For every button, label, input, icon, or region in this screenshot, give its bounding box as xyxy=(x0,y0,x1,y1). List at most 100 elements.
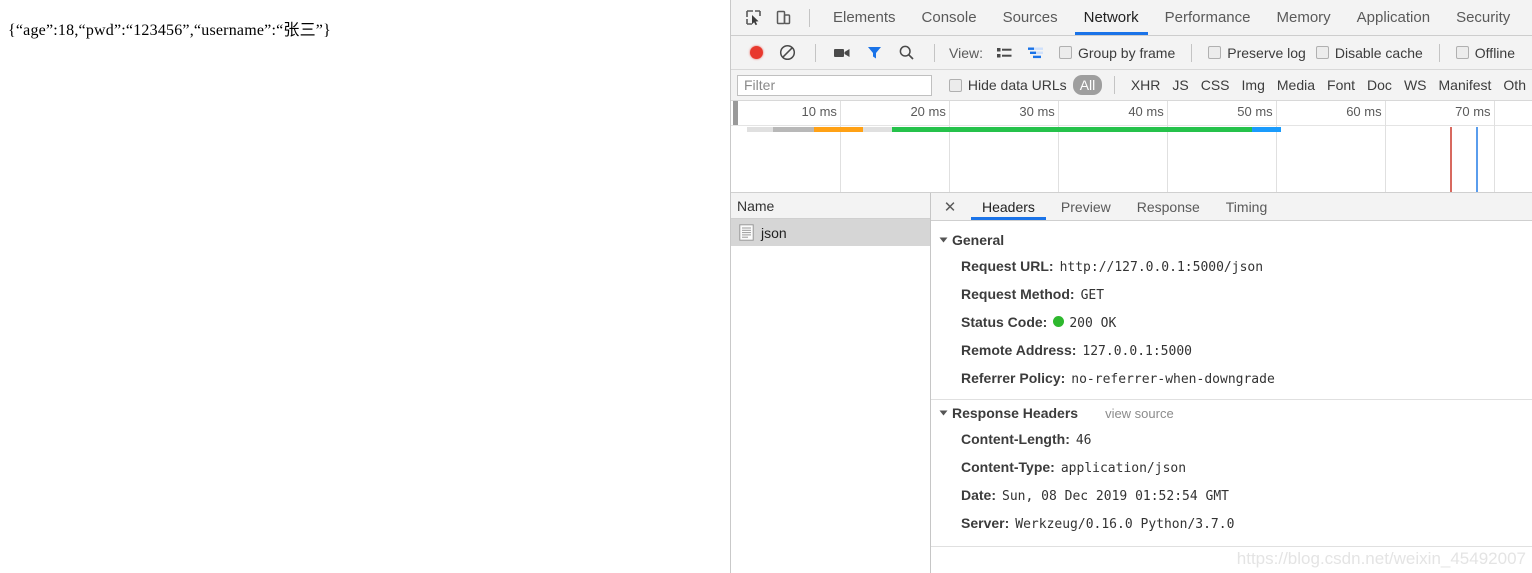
overview-segment-queueing xyxy=(747,127,773,132)
checkbox-box-preserve-log[interactable] xyxy=(1208,46,1222,59)
header-key: Request Method: xyxy=(961,286,1075,302)
filter-type-font[interactable]: Font xyxy=(1321,75,1361,95)
header-row-request-url: Request URL: http://127.0.0.1:5000/json xyxy=(931,253,1532,281)
record-network-log-button[interactable] xyxy=(741,40,771,66)
toolbar-separator-4 xyxy=(1191,43,1193,62)
response-headers-section-title: Response Headers xyxy=(952,405,1079,421)
detail-tab-timing[interactable]: Timing xyxy=(1213,193,1281,220)
header-key: Content-Type: xyxy=(961,459,1055,475)
overview-segment-stalled xyxy=(772,127,815,132)
tab-application[interactable]: Application xyxy=(1344,0,1443,35)
filter-type-manifest[interactable]: Manifest xyxy=(1433,75,1498,95)
detail-tab-headers[interactable]: Headers xyxy=(969,193,1048,220)
browser-page-content: {“age”:18,“pwd”:“123456”,“username”:“张三”… xyxy=(0,0,731,573)
search-icon[interactable] xyxy=(892,40,920,66)
filter-type-ws[interactable]: WS xyxy=(1398,75,1433,95)
response-headers-section-header[interactable]: Response Headers view source xyxy=(931,400,1532,426)
preserve-log-label: Preserve log xyxy=(1227,44,1306,61)
detail-tab-preview[interactable]: Preview xyxy=(1048,193,1124,220)
detail-tab-response[interactable]: Response xyxy=(1124,193,1213,220)
header-key: Server: xyxy=(961,515,1010,531)
header-value: Sun, 08 Dec 2019 01:52:54 GMT xyxy=(1002,489,1229,504)
header-key: Date: xyxy=(961,487,997,503)
overview-segment-waiting xyxy=(863,127,892,132)
request-detail-tabs: ✕ Headers Preview Response Timing xyxy=(931,193,1532,221)
tab-sources[interactable]: Sources xyxy=(990,0,1071,35)
checkbox-box-disable-cache[interactable] xyxy=(1315,46,1329,59)
header-row-status-code: Status Code: 200 OK xyxy=(931,309,1532,337)
filter-type-css[interactable]: CSS xyxy=(1195,75,1236,95)
tab-performance[interactable]: Performance xyxy=(1152,0,1264,35)
filter-type-all[interactable]: All xyxy=(1072,75,1103,95)
toolbar-separator-5 xyxy=(1438,43,1440,62)
filter-type-js[interactable]: JS xyxy=(1166,75,1194,95)
overview-ruler: 10 ms 20 ms 30 ms 40 ms 50 ms 60 ms 70 m… xyxy=(731,101,1532,192)
tab-memory[interactable]: Memory xyxy=(1264,0,1344,35)
overview-tick: 30 ms xyxy=(1019,101,1059,192)
hide-data-urls-checkbox[interactable]: Hide data URLs xyxy=(948,77,1067,93)
overview-tick-label: 30 ms xyxy=(1019,104,1055,119)
filter-input[interactable] xyxy=(737,74,932,96)
overview-request-bar xyxy=(731,127,1532,132)
clear-no-entry-icon[interactable] xyxy=(773,40,801,66)
overview-tick-label: 60 ms xyxy=(1346,104,1382,119)
header-value: GET xyxy=(1080,288,1105,303)
tab-elements[interactable]: Elements xyxy=(820,0,909,35)
filter-type-other[interactable]: Oth xyxy=(1497,75,1532,95)
header-row-remote-address: Remote Address: 127.0.0.1:5000 xyxy=(931,337,1532,365)
filter-type-media[interactable]: Media xyxy=(1271,75,1321,95)
checkbox-box-offline[interactable] xyxy=(1455,46,1469,59)
group-by-frame-checkbox[interactable]: Group by frame xyxy=(1058,45,1175,61)
overview-tick: 50 ms xyxy=(1237,101,1277,192)
toolbar-separator-2 xyxy=(815,43,816,62)
filterbar-separator xyxy=(1114,76,1115,94)
section-divider-2 xyxy=(931,546,1532,547)
chevron-down-icon xyxy=(939,237,948,243)
network-overview-timeline[interactable]: 10 ms 20 ms 30 ms 40 ms 50 ms 60 ms 70 m… xyxy=(731,101,1532,193)
general-section-header[interactable]: General xyxy=(931,227,1532,253)
document-icon xyxy=(739,224,754,241)
header-key: Status Code: xyxy=(961,314,1048,330)
tab-console[interactable]: Console xyxy=(909,0,990,35)
header-value: 46 xyxy=(1075,433,1092,448)
preserve-log-checkbox[interactable]: Preserve log xyxy=(1208,45,1306,61)
checkbox-box-group-by-frame[interactable] xyxy=(1058,46,1072,59)
filter-type-img[interactable]: Img xyxy=(1236,75,1271,95)
load-event-marker xyxy=(1475,127,1478,192)
camera-icon[interactable] xyxy=(828,40,856,66)
header-key: Remote Address: xyxy=(961,342,1077,358)
request-row-json[interactable]: json xyxy=(731,219,930,246)
hide-data-urls-label: Hide data URLs xyxy=(967,77,1067,93)
toolbar-separator-3 xyxy=(934,43,935,62)
network-filter-bar: Hide data URLs All XHR JS CSS Img Media … xyxy=(731,70,1532,101)
header-row-server: Server: Werkzeug/0.16.0 Python/3.7.0 xyxy=(931,510,1532,538)
view-source-link[interactable]: view source xyxy=(1105,406,1174,421)
list-view-icon[interactable] xyxy=(991,40,1019,66)
request-list-column-header[interactable]: Name xyxy=(731,193,930,219)
offline-checkbox[interactable]: Offline xyxy=(1455,44,1515,61)
offline-label: Offline xyxy=(1474,44,1515,61)
dom-content-loaded-marker xyxy=(1450,127,1453,192)
overview-tick-label: 50 ms xyxy=(1237,104,1273,119)
overview-tick: 40 ms xyxy=(1128,101,1168,192)
overview-tick: 60 ms xyxy=(1346,101,1386,192)
close-icon[interactable]: ✕ xyxy=(939,195,961,219)
tab-network[interactable]: Network xyxy=(1071,0,1152,35)
checkbox-box-hide-data-urls[interactable] xyxy=(948,78,962,92)
filter-type-doc[interactable]: Doc xyxy=(1361,75,1398,95)
header-row-content-type: Content-Type: application/json xyxy=(931,454,1532,482)
funnel-icon[interactable] xyxy=(860,40,888,66)
disable-cache-checkbox[interactable]: Disable cache xyxy=(1315,45,1423,61)
filter-type-xhr[interactable]: XHR xyxy=(1125,75,1167,95)
tab-security[interactable]: Security xyxy=(1443,0,1523,35)
record-circle-icon xyxy=(749,46,763,59)
overview-tick-label: 10 ms xyxy=(801,104,837,119)
header-key: Content-Length: xyxy=(961,431,1070,447)
waterfall-view-icon[interactable] xyxy=(1023,40,1051,66)
request-name-label: json xyxy=(761,224,787,241)
headers-content: General Request URL: http://127.0.0.1:50… xyxy=(931,221,1532,573)
inspect-element-icon[interactable] xyxy=(739,5,767,31)
overview-tick: 70 ms xyxy=(1455,101,1495,192)
toggle-device-toolbar-icon[interactable] xyxy=(769,5,797,31)
overview-tick-label: 20 ms xyxy=(910,104,946,119)
